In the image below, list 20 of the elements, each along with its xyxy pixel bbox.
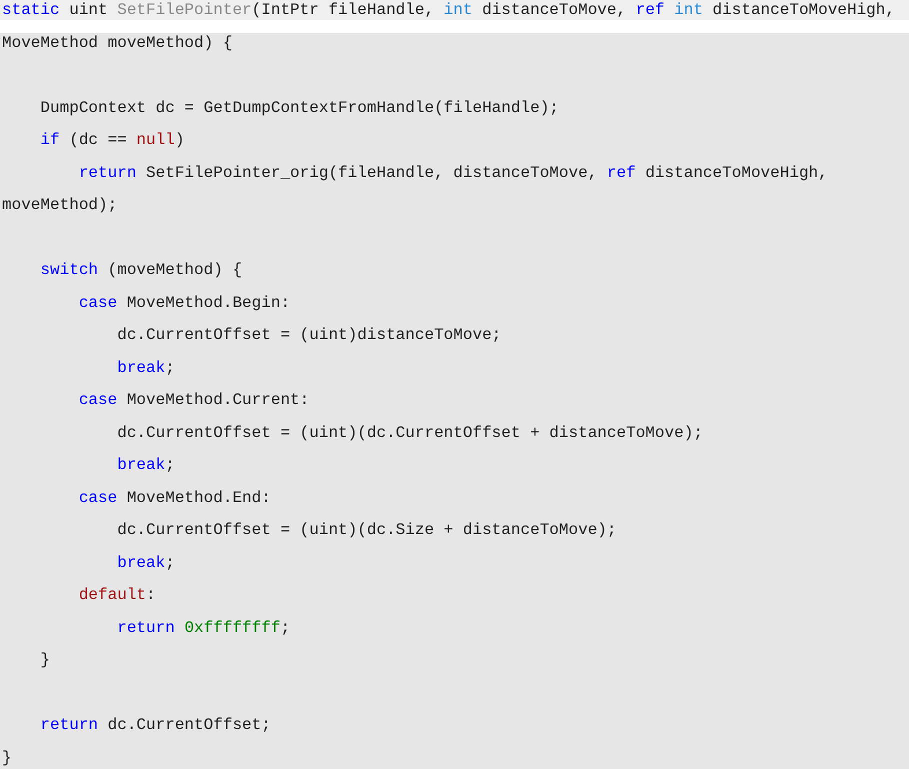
code-line: case MoveMethod.Begin: [78,292,292,312]
code-line: } [39,650,52,670]
code-line: break; [116,552,176,572]
code-line: case MoveMethod.Current: [78,390,310,410]
code-line: if (dc == null) [39,130,186,150]
code-line: dc.CurrentOffset = (uint)distanceToMove; [116,325,502,345]
code-line: default: [78,585,157,605]
code-line: switch (moveMethod) { [39,260,244,280]
code-line: DumpContext dc = GetDumpContextFromHandle(fileHandle); [39,98,560,118]
code-line: dc.CurrentOffset = (uint)(dc.Size + distanceToMove); [116,520,618,540]
code-line: dc.CurrentOffset = (uint)(dc.CurrentOffset + distanceToMove); [116,422,704,442]
code-line: MoveMethod moveMethod) { [2,32,234,52]
code-line: return 0xffffffff; [116,618,292,638]
code-line: return dc.CurrentOffset; [39,715,272,735]
code-line: case MoveMethod.End: [78,488,272,508]
code-line: } [2,748,13,768]
code-line: break; [116,455,176,475]
code-line: moveMethod); [2,195,118,215]
code-line: break; [116,358,176,378]
code-line: return SetFilePointer_orig(fileHandle, distanceToMove, ref distanceToMoveHigh, [78,162,829,182]
